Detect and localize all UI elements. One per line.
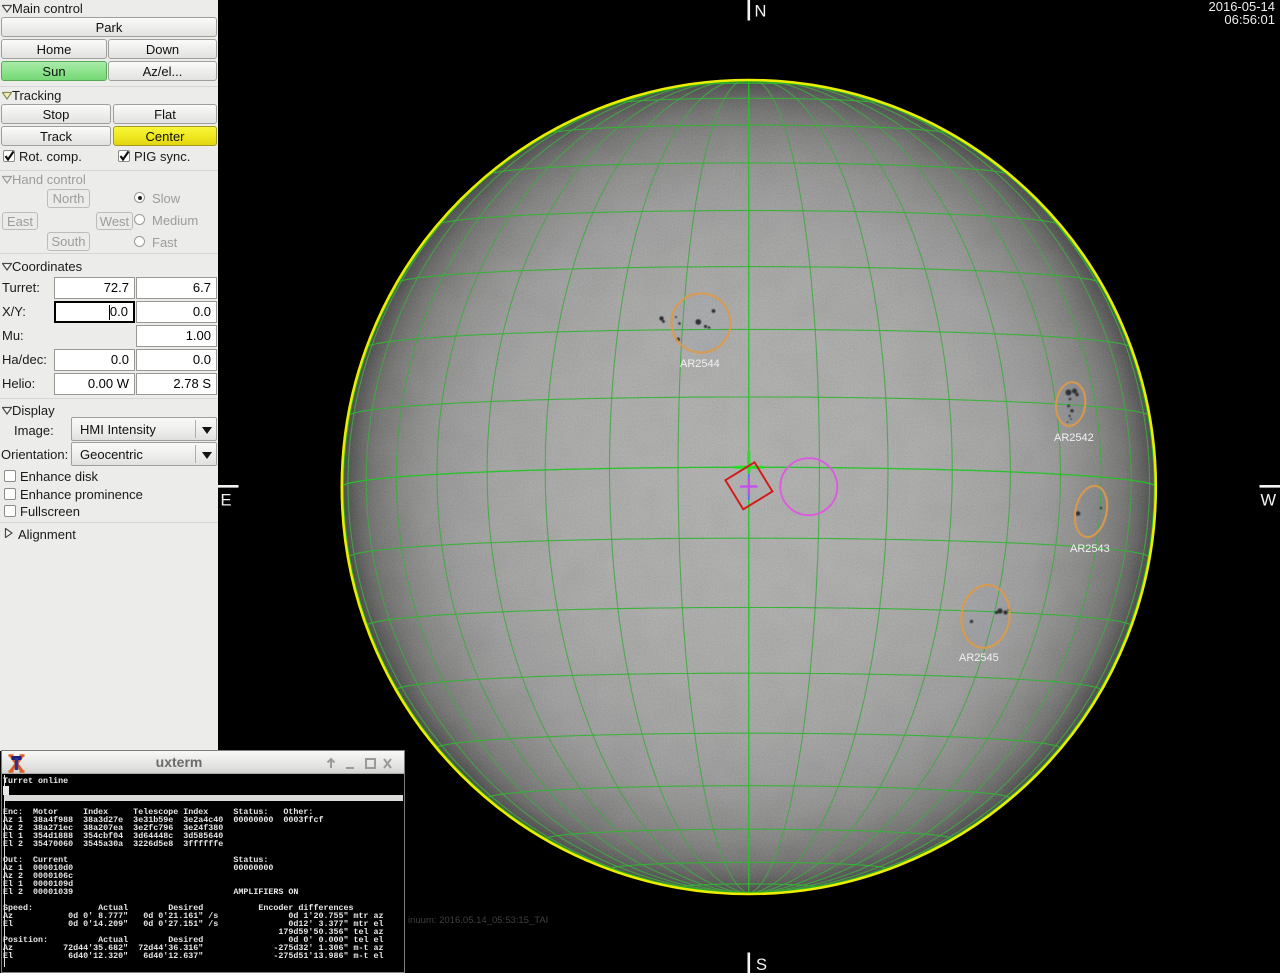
svg-text:S: S bbox=[756, 956, 767, 973]
svg-text:AR2543: AR2543 bbox=[1070, 543, 1110, 555]
svg-text:E: E bbox=[221, 492, 232, 510]
svg-text:W: W bbox=[1261, 492, 1277, 510]
svg-text:AR2542: AR2542 bbox=[1054, 432, 1094, 444]
svg-text:AR2544: AR2544 bbox=[680, 358, 720, 370]
svg-text:N: N bbox=[755, 3, 767, 21]
svg-text:AR2545: AR2545 bbox=[959, 652, 999, 664]
svg-text:inuum: 2016.05.14_05:53:15_TA: inuum: 2016.05.14_05:53:15_TAI bbox=[408, 915, 548, 926]
svg-text:06:56:01: 06:56:01 bbox=[1224, 12, 1275, 27]
